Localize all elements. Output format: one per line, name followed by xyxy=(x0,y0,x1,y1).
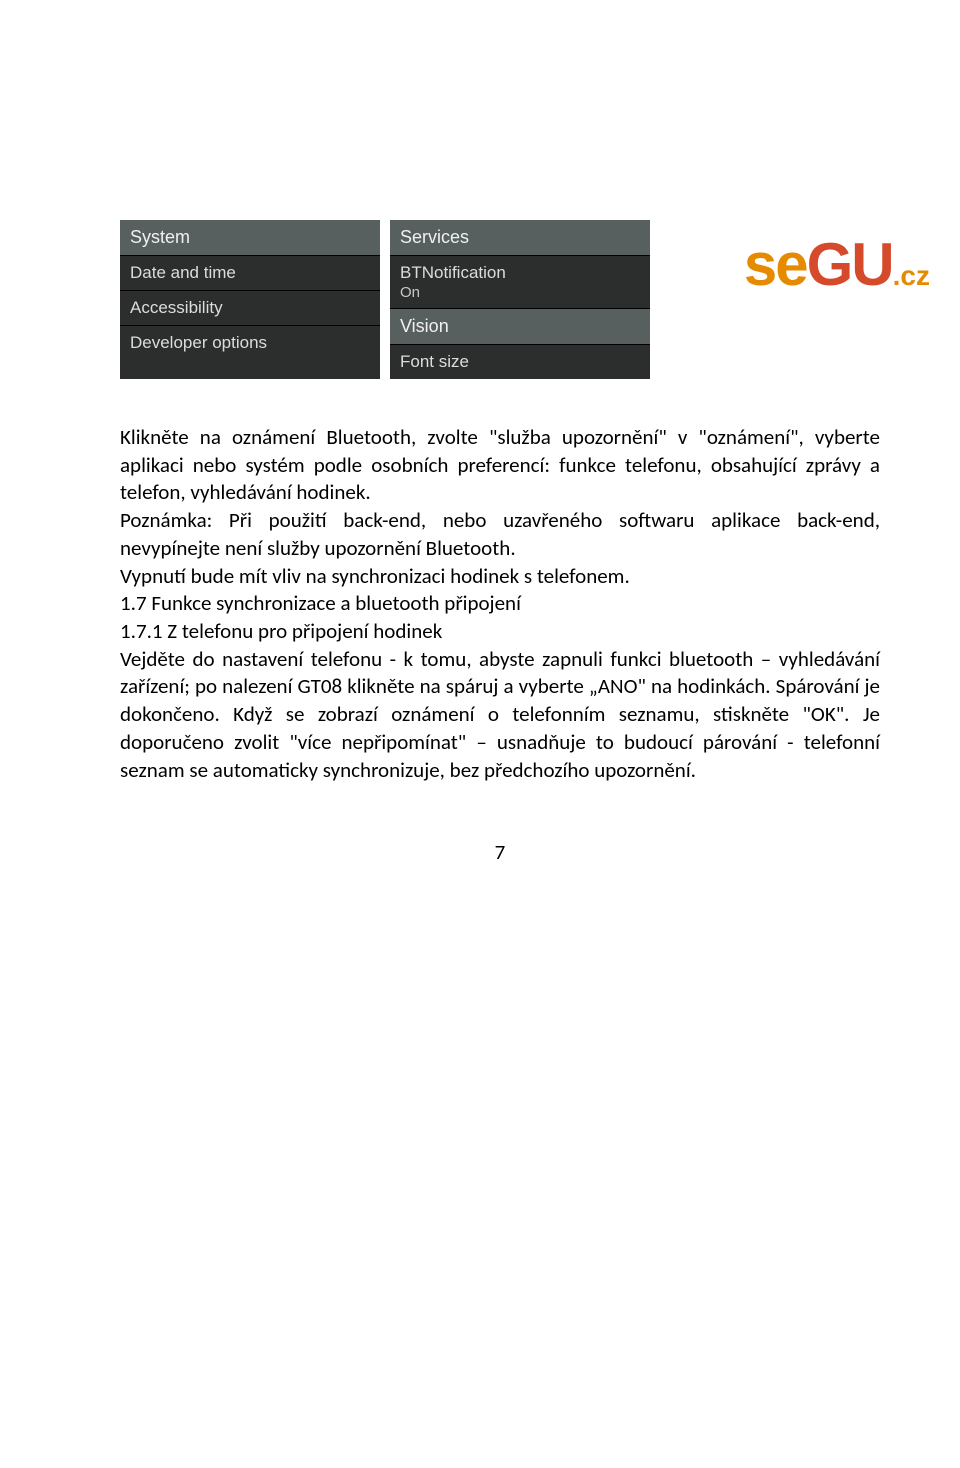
setting-label: Developer options xyxy=(130,333,370,353)
paragraph: 1.7 Funkce synchronizace a bluetooth při… xyxy=(120,590,880,618)
paragraph: Vypnutí bude mít vliv na synchronizaci h… xyxy=(120,563,880,591)
panel-header-system: System xyxy=(120,220,380,256)
setting-label: BTNotification xyxy=(400,263,640,283)
setting-label: Accessibility xyxy=(130,298,370,318)
logo-suffix: .cz xyxy=(893,260,930,291)
setting-label: Date and time xyxy=(130,263,370,283)
paragraph: Poznámka: Při použití back-end, nebo uza… xyxy=(120,507,880,562)
document-body: Klikněte na oznámení Bluetooth, zvolte "… xyxy=(120,424,880,784)
panel-header-services: Services xyxy=(390,220,650,256)
setting-row-developer[interactable]: Developer options xyxy=(120,326,380,360)
brand-logo: seGU.cz xyxy=(744,230,930,299)
paragraph: Vejděte do nastavení telefonu - k tomu, … xyxy=(120,646,880,785)
logo-part-se: se xyxy=(744,231,807,298)
paragraph: 1.7.1 Z telefonu pro připojení hodinek xyxy=(120,618,880,646)
panel-header-vision: Vision xyxy=(390,309,650,345)
setting-row-date-time[interactable]: Date and time xyxy=(120,256,380,291)
page-number: 7 xyxy=(120,839,880,865)
settings-panel-system: System Date and time Accessibility Devel… xyxy=(120,220,380,379)
logo-part-gu: GU xyxy=(807,231,893,298)
settings-panel-services: Services BTNotification On Vision Font s… xyxy=(390,220,650,379)
paragraph: Klikněte na oznámení Bluetooth, zvolte "… xyxy=(120,424,880,507)
page: seGU.cz System Date and time Accessibili… xyxy=(0,220,960,1468)
setting-row-font-size[interactable]: Font size xyxy=(390,345,650,379)
setting-label: Font size xyxy=(400,352,640,372)
setting-row-accessibility[interactable]: Accessibility xyxy=(120,291,380,326)
setting-value: On xyxy=(400,284,640,301)
setting-row-btnotification[interactable]: BTNotification On xyxy=(390,256,650,309)
